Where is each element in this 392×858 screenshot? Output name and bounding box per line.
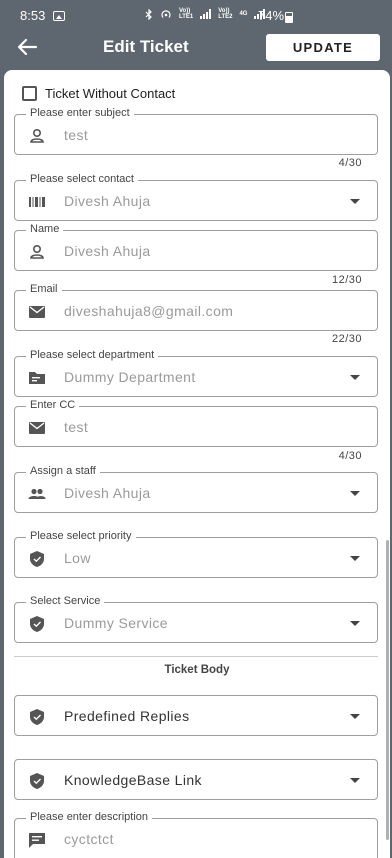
staff-select[interactable]: Assign a staff Divesh Ahuja bbox=[14, 465, 378, 513]
cc-value: test bbox=[64, 419, 89, 435]
subject-label: Please enter subject bbox=[26, 107, 134, 119]
contact-value: Divesh Ahuja bbox=[64, 193, 151, 209]
department-label: Please select department bbox=[26, 349, 159, 361]
email-icon bbox=[29, 306, 45, 318]
priority-select[interactable]: Please select priority Low bbox=[14, 530, 378, 578]
chevron-down-icon bbox=[350, 199, 360, 204]
page-title: Edit Ticket bbox=[103, 37, 189, 56]
chevron-down-icon bbox=[350, 714, 360, 719]
email-value: diveshahuja8@gmail.com bbox=[64, 303, 234, 319]
predefined-replies-select[interactable]: Predefined Replies bbox=[14, 695, 378, 736]
person-icon bbox=[30, 128, 44, 143]
email-label: Email bbox=[26, 283, 62, 295]
contact-select[interactable]: Please select contact Divesh Ahuja bbox=[14, 173, 378, 221]
email-field[interactable]: Email diveshahuja8@gmail.com bbox=[14, 283, 378, 331]
hotspot-icon bbox=[161, 9, 171, 18]
predefined-replies-value: Predefined Replies bbox=[64, 708, 190, 724]
service-label: Select Service bbox=[26, 595, 105, 607]
status-time: 8:53 bbox=[20, 8, 46, 23]
chevron-down-icon bbox=[350, 778, 360, 783]
update-button[interactable]: UPDATE bbox=[266, 34, 380, 61]
name-counter: 12/30 bbox=[331, 274, 362, 286]
subject-field[interactable]: Please enter subject test bbox=[14, 107, 378, 155]
chevron-down-icon bbox=[350, 375, 360, 380]
description-label: Please enter description bbox=[26, 811, 153, 823]
scrollbar-thumb[interactable] bbox=[386, 540, 389, 840]
description-value: cyctctct bbox=[64, 831, 114, 847]
department-value: Dummy Department bbox=[64, 369, 196, 385]
image-notification-icon bbox=[53, 11, 65, 21]
folder-icon bbox=[29, 372, 45, 384]
staff-label: Assign a staff bbox=[26, 465, 100, 477]
knowledgebase-select[interactable]: KnowledgeBase Link bbox=[14, 759, 378, 800]
email-icon bbox=[29, 422, 45, 434]
shield-icon bbox=[30, 616, 44, 632]
network-4g-label: 4G bbox=[239, 11, 248, 17]
volte-label-1: Vo)) LTE1 bbox=[179, 8, 194, 20]
status-icons: Vo)) LTE1 Vo)) LTE2 4G bbox=[145, 8, 266, 20]
ticket-body-title: Ticket Body bbox=[164, 664, 230, 676]
priority-label: Please select priority bbox=[26, 530, 136, 542]
subject-value: test bbox=[64, 127, 89, 143]
service-value: Dummy Service bbox=[64, 615, 168, 631]
contact-label: Please select contact bbox=[26, 173, 138, 185]
back-arrow-icon[interactable] bbox=[14, 36, 42, 58]
form-card: Ticket Without Contact Please enter subj… bbox=[4, 70, 390, 858]
person-icon bbox=[30, 244, 44, 259]
shield-icon bbox=[30, 551, 44, 567]
app-bar: Edit Ticket UPDATE bbox=[0, 30, 392, 70]
service-select[interactable]: Select Service Dummy Service bbox=[14, 595, 378, 643]
ticket-without-contact-checkbox[interactable] bbox=[22, 86, 37, 101]
shield-icon bbox=[30, 709, 44, 725]
ticket-without-contact-row[interactable]: Ticket Without Contact bbox=[22, 86, 175, 101]
bluetooth-icon bbox=[145, 8, 152, 20]
shield-icon bbox=[30, 773, 44, 789]
ticket-without-contact-label: Ticket Without Contact bbox=[45, 86, 176, 101]
barcode-icon bbox=[29, 197, 45, 207]
name-value: Divesh Ahuja bbox=[64, 243, 151, 259]
email-counter: 22/30 bbox=[331, 333, 362, 345]
description-field[interactable]: Please enter description cyctctct bbox=[14, 811, 378, 858]
cc-field[interactable]: Enter CC test bbox=[14, 399, 378, 447]
group-icon bbox=[28, 488, 46, 499]
chevron-down-icon bbox=[350, 621, 360, 626]
volte-label-2: Vo)) LTE2 bbox=[218, 8, 233, 20]
signal-bars-1-icon bbox=[200, 9, 212, 19]
chevron-down-icon bbox=[350, 556, 360, 561]
subject-counter: 4/30 bbox=[338, 157, 362, 169]
chevron-down-icon bbox=[350, 491, 360, 496]
status-bar: 8:53 Vo)) LTE1 Vo)) LTE2 4G 74% bbox=[0, 0, 392, 30]
cc-label: Enter CC bbox=[26, 399, 80, 411]
battery-percent: 74% bbox=[258, 8, 285, 23]
staff-value: Divesh Ahuja bbox=[64, 485, 151, 501]
priority-value: Low bbox=[64, 550, 91, 566]
department-select[interactable]: Please select department Dummy Departmen… bbox=[14, 349, 378, 397]
section-divider bbox=[14, 656, 378, 657]
cc-counter: 4/30 bbox=[338, 450, 362, 462]
name-field[interactable]: Name Divesh Ahuja bbox=[14, 223, 378, 271]
knowledgebase-value: KnowledgeBase Link bbox=[64, 772, 202, 788]
battery-icon bbox=[285, 12, 293, 23]
comment-icon bbox=[29, 833, 45, 848]
name-label: Name bbox=[26, 223, 64, 235]
